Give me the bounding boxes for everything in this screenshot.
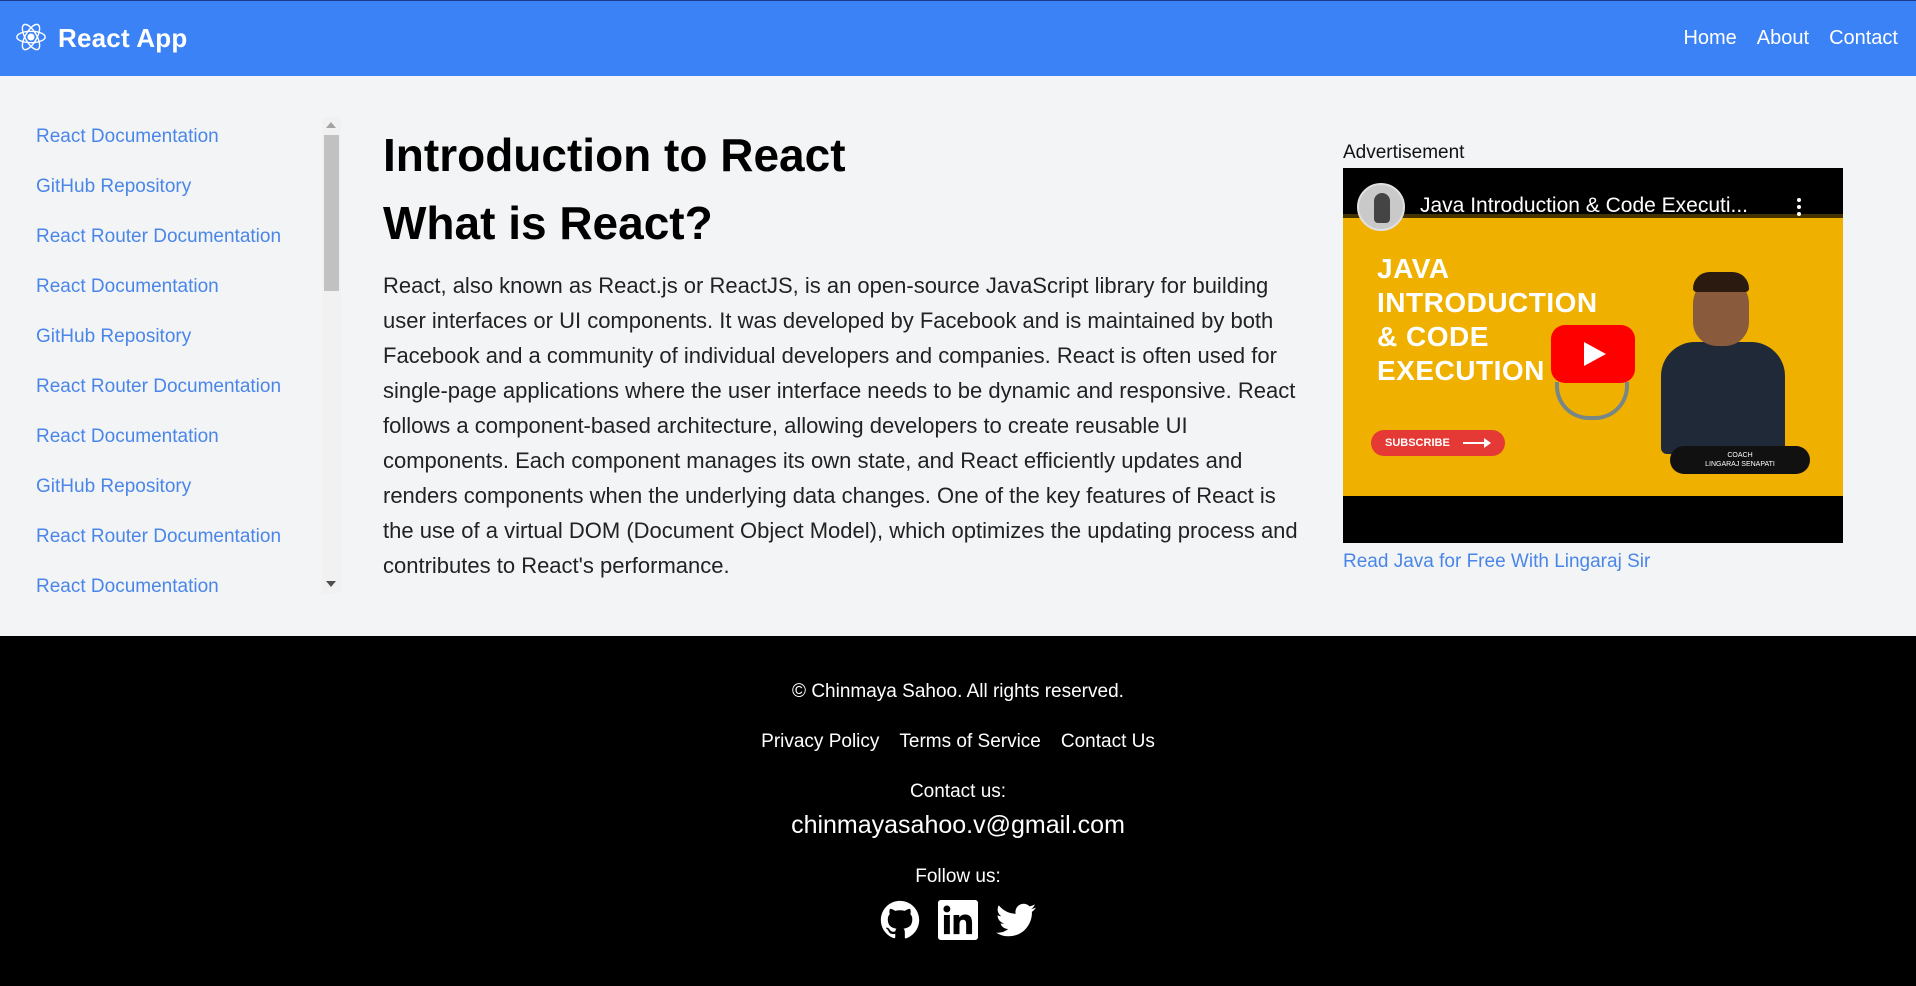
intro-paragraph: React, also known as React.js or ReactJS… (383, 273, 1298, 578)
ad-link[interactable]: Read Java for Free With Lingaraj Sir (1343, 551, 1843, 573)
subscribe-label: SUBSCRIBE (1385, 437, 1450, 449)
coach-line: COACH (1727, 452, 1753, 459)
nav-home-link[interactable]: Home (1683, 27, 1736, 50)
scroll-down-arrow-icon[interactable] (326, 581, 336, 587)
contact-us-link[interactable]: Contact Us (1061, 731, 1155, 753)
video-embed[interactable]: JAVA INTRODUCTION & CODE EXECUTION SUBSC… (1343, 168, 1843, 543)
page-title: Introduction to React (383, 129, 846, 181)
thumbnail-line: INTRODUCTION (1377, 287, 1598, 318)
linkedin-icon[interactable] (938, 900, 978, 940)
copyright-text: © Chinmaya Sahoo. All rights reserved. (792, 681, 1124, 702)
brand[interactable]: React App (14, 20, 187, 58)
sidebar-link-react-router-docs[interactable]: React Router Documentation (36, 512, 316, 562)
sidebar-scrollbar[interactable] (322, 117, 341, 593)
footer: © Chinmaya Sahoo. All rights reserved. P… (0, 636, 1916, 986)
sidebar-link-react-docs[interactable]: React Documentation (36, 112, 316, 162)
nav-links: Home About Contact (1683, 27, 1898, 50)
java-cup-icon (1555, 382, 1629, 420)
footer-links: Privacy Policy Terms of Service Contact … (0, 731, 1916, 753)
sidebar-link-react-docs[interactable]: React Documentation (36, 262, 316, 312)
github-icon[interactable] (880, 900, 920, 940)
brand-title: React App (58, 23, 188, 53)
privacy-policy-link[interactable]: Privacy Policy (761, 731, 879, 753)
channel-avatar[interactable] (1357, 183, 1405, 231)
sidebar-link-react-docs[interactable]: React Documentation (36, 562, 316, 612)
thumbnail-line: JAVA (1377, 253, 1450, 284)
contact-label: Contact us: (909, 781, 1007, 802)
social-links (0, 900, 1916, 940)
sidebar-link-github-repo[interactable]: GitHub Repository (36, 312, 316, 362)
coach-badge: COACH LINGARAJ SENAPATI (1670, 446, 1810, 474)
sidebar-link-github-repo[interactable]: GitHub Repository (36, 462, 316, 512)
nav-contact-link[interactable]: Contact (1829, 27, 1898, 50)
sidebar-link-react-docs[interactable]: React Documentation (36, 412, 316, 462)
arrow-right-icon (1463, 438, 1491, 448)
subscribe-badge: SUBSCRIBE (1371, 430, 1505, 456)
scroll-up-arrow-icon[interactable] (326, 122, 336, 128)
sidebar: React Documentation GitHub Repository Re… (0, 76, 344, 636)
contact-email[interactable]: chinmayasahoo.v@gmail.com (0, 811, 1916, 840)
top-navbar: React App Home About Contact (0, 0, 1916, 76)
advertisement: Advertisement JAVA INTRODUCTION & CODE E… (1343, 142, 1843, 573)
sidebar-link-react-router-docs[interactable]: React Router Documentation (36, 362, 316, 412)
sidebar-list: React Documentation GitHub Repository Re… (36, 112, 316, 612)
sidebar-link-github-repo[interactable]: GitHub Repository (36, 162, 316, 212)
video-title[interactable]: Java Introduction & Code Executi... (1420, 194, 1748, 218)
nav-about-link[interactable]: About (1757, 27, 1809, 50)
sidebar-link-react-router-docs[interactable]: React Router Documentation (36, 212, 316, 262)
react-logo-icon (14, 20, 48, 58)
terms-of-service-link[interactable]: Terms of Service (899, 731, 1040, 753)
main-content: Introduction to React What is React? Rea… (383, 126, 1303, 578)
twitter-icon[interactable] (996, 900, 1036, 940)
presenter-hair (1693, 272, 1749, 292)
play-button-icon[interactable] (1551, 325, 1635, 383)
follow-label: Follow us: (915, 866, 1001, 887)
more-options-icon[interactable] (1791, 198, 1807, 220)
presenter-image (1661, 342, 1785, 454)
coach-line: LINGARAJ SENAPATI (1705, 461, 1775, 468)
scrollbar-thumb[interactable] (324, 135, 339, 291)
advertisement-label: Advertisement (1343, 142, 1465, 163)
